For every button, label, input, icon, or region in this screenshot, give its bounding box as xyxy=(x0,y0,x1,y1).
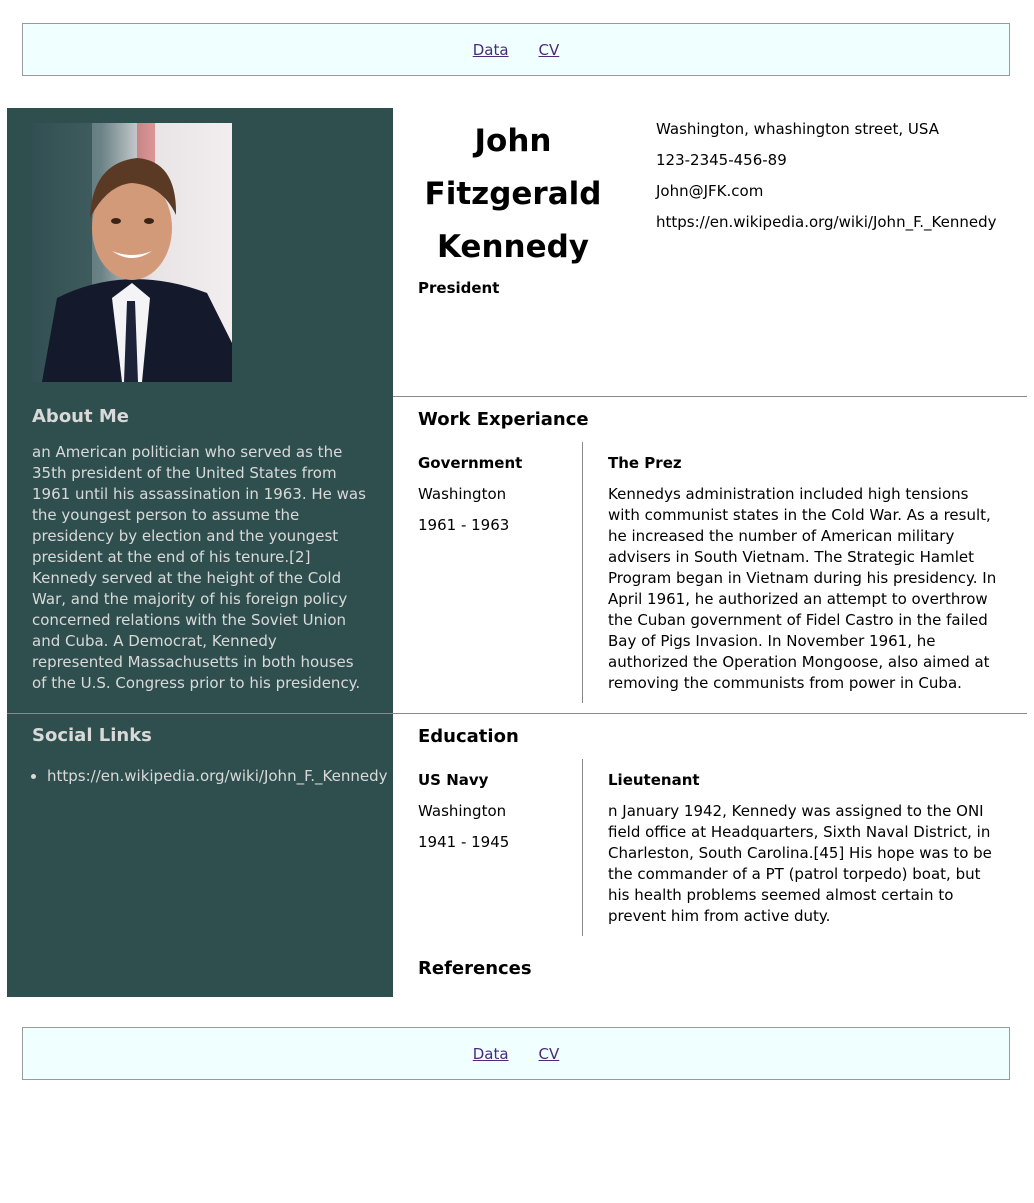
social-links-list: https://en.wikipedia.org/wiki/John_F._Ke… xyxy=(32,766,388,787)
work-description: Kennedys administration included high te… xyxy=(608,485,997,692)
education-organization: US Navy xyxy=(418,771,489,789)
education-heading: Education xyxy=(418,726,519,747)
education-vertical-divider xyxy=(582,759,583,936)
work-organization: Government xyxy=(418,454,523,472)
section-divider xyxy=(393,396,1027,397)
work-entry-meta: Government Washington 1961 - 1963 xyxy=(418,453,522,546)
contact-website: https://en.wikipedia.org/wiki/John_F._Ke… xyxy=(656,213,997,231)
name-middle: Fitzgerald xyxy=(424,176,602,212)
education-location: Washington xyxy=(418,802,507,820)
nav-cv-link[interactable]: CV xyxy=(539,1045,560,1063)
about-me-heading: About Me xyxy=(32,406,129,427)
section-divider xyxy=(393,713,1027,714)
work-entry-details: The Prez Kennedys administration include… xyxy=(608,453,1003,694)
contact-phone: 123-2345-456-89 xyxy=(656,151,787,169)
job-title: President xyxy=(418,279,500,297)
contact-email: John@JFK.com xyxy=(656,182,764,200)
education-entry-meta: US Navy Washington 1941 - 1945 xyxy=(418,770,509,863)
social-link-item[interactable]: https://en.wikipedia.org/wiki/John_F._Ke… xyxy=(47,766,388,787)
references-heading: References xyxy=(418,958,532,979)
nav-data-link[interactable]: Data xyxy=(473,1045,509,1063)
work-dates: 1961 - 1963 xyxy=(418,516,510,534)
work-role: The Prez xyxy=(608,454,682,472)
nav-cv-link[interactable]: CV xyxy=(539,41,560,59)
social-links-heading: Social Links xyxy=(32,725,152,746)
nav-data-link[interactable]: Data xyxy=(473,41,509,59)
bottom-navbar: Data CV xyxy=(22,1027,1010,1080)
sidebar: About Me an American politician who serv… xyxy=(7,108,393,997)
name-first: John xyxy=(474,123,552,159)
sidebar-divider xyxy=(7,713,393,714)
work-vertical-divider xyxy=(582,442,583,703)
work-experience-heading: Work Experiance xyxy=(418,409,589,430)
education-role: Lieutenant xyxy=(608,771,700,789)
education-entry-details: Lieutenant n January 1942, Kennedy was a… xyxy=(608,770,1003,927)
about-me-text: an American politician who served as the… xyxy=(32,443,366,692)
profile-photo xyxy=(32,123,232,382)
name-last: Kennedy xyxy=(436,229,590,265)
contact-address: Washington, whashington street, USA xyxy=(656,120,939,138)
work-location: Washington xyxy=(418,485,507,503)
education-dates: 1941 - 1945 xyxy=(418,833,510,851)
contact-info: Washington, whashington street, USA 123-… xyxy=(656,118,997,242)
top-navbar: Data CV xyxy=(22,23,1010,76)
education-description: n January 1942, Kennedy was assigned to … xyxy=(608,802,992,925)
person-name: John Fitzgerald Kennedy xyxy=(418,115,608,274)
